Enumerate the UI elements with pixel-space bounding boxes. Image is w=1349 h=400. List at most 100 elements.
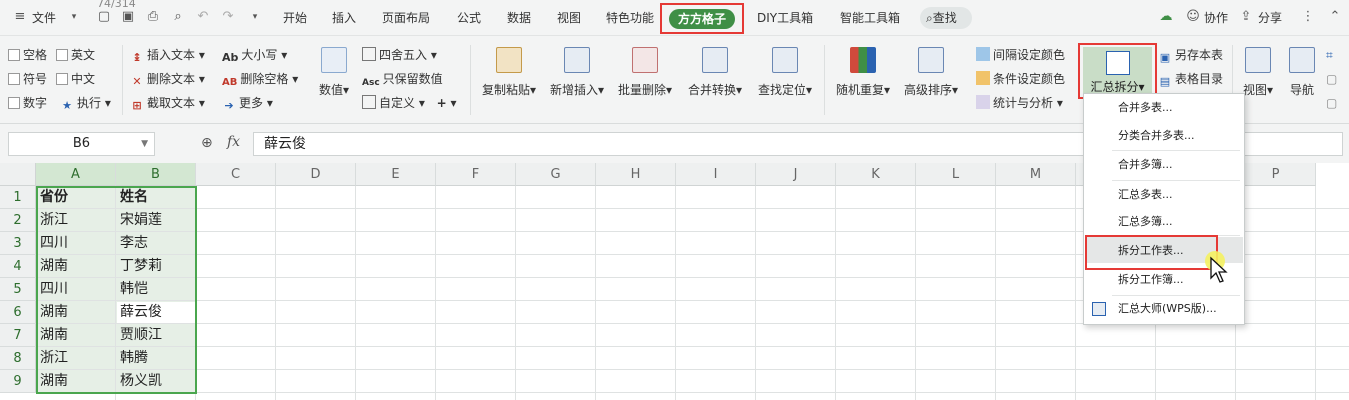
merge-convert-button[interactable]: 合并转换▾ — [684, 41, 746, 119]
cell-a9[interactable]: 湖南 — [36, 370, 116, 393]
cell-a4[interactable]: 湖南 — [36, 255, 116, 278]
tab-fangfang-gezi[interactable]: 方方格子 — [669, 9, 735, 29]
row-header-3[interactable]: 3 — [0, 232, 36, 255]
chevron-down-icon[interactable]: ▾ — [66, 9, 82, 25]
row-header-4[interactable]: 4 — [0, 255, 36, 278]
case-button[interactable]: Ab 大小写 ▾ — [222, 45, 287, 65]
row-header-9[interactable]: 9 — [0, 370, 36, 393]
tab-home[interactable]: 开始 — [283, 8, 307, 28]
row-header-1[interactable]: 1 — [0, 186, 36, 209]
execute-button[interactable]: ★ 执行 ▾ — [60, 93, 111, 113]
search-button[interactable]: ⌕查找 — [920, 7, 972, 29]
column-header-j[interactable]: J — [756, 163, 836, 186]
delete-text-button[interactable]: ✕ 删除文本 ▾ — [130, 69, 204, 89]
column-header-e[interactable]: E — [356, 163, 436, 186]
select-all-corner[interactable] — [0, 163, 36, 186]
menu-item-summary-master[interactable]: 汇总大师(WPS版)... — [1084, 297, 1244, 321]
table-directory-button[interactable]: ▤ 表格目录 — [1158, 69, 1223, 89]
zoom-icon[interactable]: ⊕ — [201, 135, 213, 151]
tab-insert[interactable]: 插入 — [332, 8, 356, 28]
tab-smart-toolbox[interactable]: 智能工具箱 — [840, 8, 900, 28]
cell-a5[interactable]: 四川 — [36, 278, 116, 301]
column-header-p[interactable]: P — [1236, 163, 1316, 186]
cell-b9[interactable]: 杨义凯 — [116, 370, 196, 393]
cell-a3[interactable]: 四川 — [36, 232, 116, 255]
collaborate-button[interactable]: 协作 — [1204, 8, 1228, 28]
extract-text-button[interactable]: ⊞ 截取文本 ▾ — [130, 93, 204, 113]
row-header-8[interactable]: 8 — [0, 347, 36, 370]
menu-item-category-merge-sheets[interactable]: 分类合并多表... — [1084, 124, 1244, 148]
cell-b8[interactable]: 韩腾 — [116, 347, 196, 370]
advanced-sort-button[interactable]: 高级排序▾ — [900, 41, 962, 119]
navigation-button[interactable]: 导航 — [1284, 41, 1320, 119]
row-header-5[interactable]: 5 — [0, 278, 36, 301]
more-button[interactable]: ➔ 更多 ▾ — [222, 93, 272, 113]
interval-color-button[interactable]: 间隔设定颜色 — [976, 45, 1065, 65]
cell-b3[interactable]: 李志 — [116, 232, 196, 255]
find-locate-button[interactable]: 查找定位▾ — [754, 41, 816, 119]
undo-icon[interactable]: ↶ — [195, 9, 211, 25]
check-english[interactable]: 英文 — [56, 45, 95, 65]
cell-b2[interactable]: 宋娟莲 — [116, 209, 196, 232]
column-header-b[interactable]: B — [116, 163, 196, 186]
column-header-g[interactable]: G — [516, 163, 596, 186]
tab-special-features[interactable]: 特色功能 — [606, 8, 654, 28]
save-sheet-button[interactable]: ▣ 另存本表 — [1158, 45, 1223, 65]
chevron-down-icon[interactable]: ▼ — [141, 133, 148, 155]
save-icon[interactable]: ▣ — [120, 9, 136, 25]
keep-number-button[interactable]: Asc 只保留数值 — [362, 69, 443, 89]
share-button[interactable]: 分享 — [1258, 8, 1282, 28]
numvalue-button[interactable]: 数值▾ — [314, 41, 354, 119]
hamburger-icon[interactable]: ≡ — [12, 9, 28, 25]
copy-paste-button[interactable]: 复制粘贴▾ — [478, 41, 540, 119]
stats-analysis-button[interactable]: 统计与分析 ▾ — [976, 93, 1063, 113]
menu-item-summarize-multi-sheets[interactable]: 汇总多表... — [1084, 183, 1244, 207]
check-number[interactable]: 数字 — [8, 93, 47, 113]
tab-data[interactable]: 数据 — [507, 8, 531, 28]
row-header-6[interactable]: 6 — [0, 301, 36, 324]
tab-page-layout[interactable]: 页面布局 — [382, 8, 430, 28]
custom-button[interactable]: 自定义 ▾ + ▾ — [362, 93, 457, 113]
ribbon-overflow-icon-3[interactable]: ▢ — [1326, 93, 1337, 113]
cell-b4[interactable]: 丁梦莉 — [116, 255, 196, 278]
column-header-k[interactable]: K — [836, 163, 916, 186]
more-options-icon[interactable]: ⋮ — [1300, 9, 1316, 25]
check-space[interactable]: 空格 — [8, 45, 47, 65]
cell-a6[interactable]: 湖南 — [36, 301, 116, 324]
collapse-ribbon-icon[interactable]: ⌃ — [1327, 9, 1343, 25]
delete-space-button[interactable]: AB 删除空格 ▾ — [222, 69, 298, 89]
cell-a7[interactable]: 湖南 — [36, 324, 116, 347]
redo-icon[interactable]: ↷ — [220, 9, 236, 25]
add-insert-button[interactable]: 新增插入▾ — [546, 41, 608, 119]
random-repeat-button[interactable]: 随机重复▾ — [832, 41, 894, 119]
file-menu[interactable]: 文件 — [32, 8, 56, 28]
tab-formulas[interactable]: 公式 — [457, 8, 481, 28]
menu-item-summarize-multi-books[interactable]: 汇总多簿... — [1084, 210, 1244, 234]
new-doc-icon[interactable]: ▢ — [96, 9, 112, 25]
column-header-d[interactable]: D — [276, 163, 356, 186]
menu-item-merge-multi-sheets[interactable]: 合并多表... — [1084, 96, 1244, 120]
column-header-c[interactable]: C — [196, 163, 276, 186]
cell-b1[interactable]: 姓名 — [116, 186, 196, 209]
print-preview-icon[interactable]: ⌕ — [170, 9, 186, 25]
cloud-sync-icon[interactable]: ☁ — [1158, 9, 1174, 25]
column-header-h[interactable]: H — [596, 163, 676, 186]
more-chevron-icon[interactable]: ▾ — [247, 9, 263, 25]
condition-color-button[interactable]: 条件设定颜色 — [976, 69, 1065, 89]
check-symbol[interactable]: 符号 — [8, 69, 47, 89]
check-chinese[interactable]: 中文 — [56, 69, 95, 89]
column-header-i[interactable]: I — [676, 163, 756, 186]
column-header-l[interactable]: L — [916, 163, 996, 186]
ribbon-overflow-icon-2[interactable]: ▢ — [1326, 69, 1337, 89]
cell-b6[interactable]: 薛云俊 — [116, 301, 196, 324]
print-icon[interactable]: ⎙ — [145, 9, 161, 25]
insert-text-button[interactable]: ↨ 插入文本 ▾ — [130, 45, 204, 65]
round-button[interactable]: 四舍五入 ▾ — [362, 45, 437, 65]
cell-a1[interactable]: 省份 — [36, 186, 116, 209]
ribbon-overflow-icon-1[interactable]: ⌗ — [1326, 45, 1333, 65]
cell-b7[interactable]: 贾顺江 — [116, 324, 196, 347]
column-header-m[interactable]: M — [996, 163, 1076, 186]
row-header-7[interactable]: 7 — [0, 324, 36, 347]
tab-view[interactable]: 视图 — [557, 8, 581, 28]
fx-icon[interactable]: fx — [227, 134, 240, 150]
